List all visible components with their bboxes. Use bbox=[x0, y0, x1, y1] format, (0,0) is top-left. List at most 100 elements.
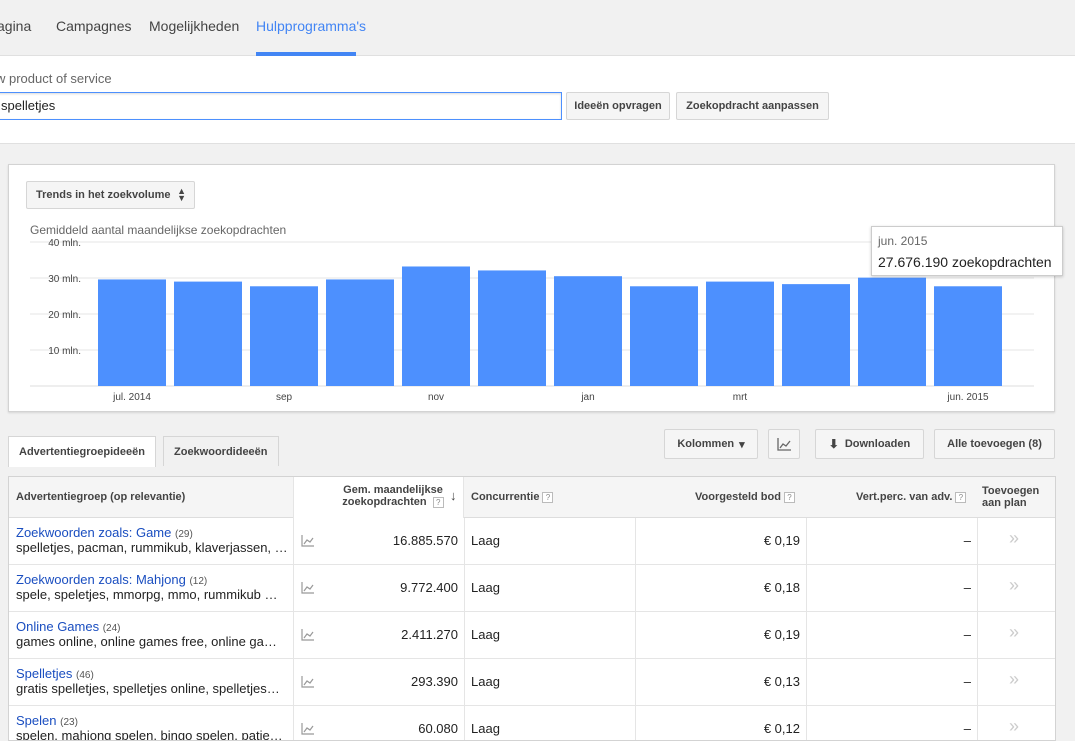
header-avg-searches[interactable]: Gem. maandelijkse zoekopdrachten ? bbox=[340, 484, 446, 508]
tab-home[interactable]: agina bbox=[0, 18, 31, 34]
top-navigation: agina Campagnes Mogelijkheden Hulpprogra… bbox=[0, 0, 1075, 56]
table-header: Advertentiegroep (op relevantie) Gem. ma… bbox=[9, 477, 1055, 518]
keyword-count: (29) bbox=[174, 529, 193, 540]
volume-bar[interactable] bbox=[402, 266, 470, 386]
column-divider bbox=[635, 659, 636, 706]
volume-bar[interactable] bbox=[934, 286, 1002, 386]
adgroup-link[interactable]: Spelletjes (46) bbox=[16, 666, 94, 681]
volume-bar[interactable] bbox=[98, 279, 166, 386]
download-button[interactable]: ⬇ Downloaden bbox=[815, 429, 924, 459]
add-to-plan-icon[interactable]: » bbox=[1009, 716, 1019, 737]
help-icon[interactable]: ? bbox=[955, 491, 967, 503]
adgroup-ideas-table: Advertentiegroep (op relevantie) Gem. ma… bbox=[8, 476, 1056, 741]
adgroup-keywords: games online, online games free, online … bbox=[16, 634, 277, 649]
column-divider bbox=[977, 518, 978, 565]
modify-search-button[interactable]: Zoekopdracht aanpassen bbox=[676, 92, 829, 120]
suggested-bid-value: € 0,12 bbox=[763, 721, 800, 736]
y-tick-label: 40 mln. bbox=[48, 238, 81, 249]
trend-chart-icon[interactable] bbox=[301, 723, 315, 735]
help-icon[interactable]: ? bbox=[783, 491, 795, 503]
tooltip-date: jun. 2015 bbox=[878, 234, 928, 248]
trend-chart-icon[interactable] bbox=[301, 582, 315, 594]
column-divider bbox=[635, 565, 636, 612]
ad-share-value: – bbox=[963, 627, 971, 642]
adgroup-link[interactable]: Zoekwoorden zoals: Mahjong (12) bbox=[16, 572, 207, 587]
add-to-plan-icon[interactable]: » bbox=[1009, 669, 1019, 690]
adgroup-keywords: spelen, mahjong spelen, bingo spelen, pa… bbox=[16, 728, 283, 741]
volume-bar[interactable] bbox=[782, 284, 850, 386]
x-tick-label: jul. 2014 bbox=[112, 392, 151, 403]
avg-searches-value: 60.080 bbox=[418, 721, 458, 736]
volume-bar[interactable] bbox=[706, 281, 774, 386]
column-divider bbox=[464, 518, 465, 565]
add-to-plan-icon[interactable]: » bbox=[1009, 575, 1019, 596]
add-to-plan-icon[interactable]: » bbox=[1009, 622, 1019, 643]
x-tick-label: jun. 2015 bbox=[946, 392, 989, 403]
keyword-count: (46) bbox=[76, 670, 94, 681]
volume-bar[interactable] bbox=[250, 286, 318, 386]
volume-bar[interactable] bbox=[554, 276, 622, 386]
trend-chart-icon[interactable] bbox=[301, 535, 315, 547]
chart-tooltip: jun. 2015 27.676.190 zoekopdrachten bbox=[871, 226, 1063, 276]
table-row[interactable]: Zoekwoorden zoals: Mahjong (12) spele, sp… bbox=[9, 565, 1055, 612]
column-divider bbox=[464, 612, 465, 659]
volume-bar-chart: 10 mln. 20 mln. 30 mln. 40 mln. jul. 2014 se… bbox=[30, 238, 1034, 403]
trend-chart-card: Trends in het zoekvolume ▲ ▼ Gemiddeld aa… bbox=[8, 164, 1055, 412]
suggested-bid-value: € 0,19 bbox=[763, 627, 800, 642]
volume-bar[interactable] bbox=[630, 286, 698, 386]
suggested-bid-value: € 0,18 bbox=[763, 580, 800, 595]
header-adgroup[interactable]: Advertentiegroep (op relevantie) bbox=[16, 491, 185, 503]
add-all-button[interactable]: Alle toevoegen (8) bbox=[934, 429, 1055, 459]
help-icon[interactable]: ? bbox=[432, 496, 444, 508]
product-field-label: w product of service bbox=[0, 71, 112, 86]
column-divider bbox=[293, 565, 294, 612]
adgroup-name: Spelen bbox=[16, 713, 57, 728]
volume-bar[interactable] bbox=[174, 281, 242, 386]
y-tick-label: 10 mln. bbox=[48, 346, 81, 357]
adgroup-name-cell: Spelen (23) spelen, mahjong spelen, bingo… bbox=[16, 713, 288, 741]
header-competition-label: Concurrentie bbox=[471, 491, 540, 503]
tab-adgroup-ideas[interactable]: Advertentiegroepideeën bbox=[8, 436, 156, 467]
help-icon[interactable]: ? bbox=[542, 491, 554, 503]
y-tick-label: 30 mln. bbox=[48, 274, 81, 285]
x-tick-label: nov bbox=[428, 392, 444, 403]
tab-keyword-ideas[interactable]: Zoekwoordideeën bbox=[163, 436, 279, 466]
table-row[interactable]: Zoekwoorden zoals: Game (29) spelletjes, … bbox=[9, 518, 1055, 565]
download-icon: ⬇ bbox=[828, 437, 839, 451]
table-row[interactable]: Spelletjes (46) gratis spelletjes, spelle… bbox=[9, 659, 1055, 706]
table-row[interactable]: Spelen (23) spelen, mahjong spelen, bingo… bbox=[9, 706, 1055, 741]
get-ideas-button[interactable]: Ideeën opvragen bbox=[566, 92, 670, 120]
trend-chart-icon[interactable] bbox=[301, 629, 315, 641]
volume-bar[interactable] bbox=[326, 279, 394, 386]
volume-bar[interactable] bbox=[478, 270, 546, 386]
adgroup-name: Spelletjes bbox=[16, 666, 73, 681]
trend-chart-icon[interactable] bbox=[301, 676, 315, 688]
column-divider bbox=[464, 706, 465, 740]
column-divider bbox=[977, 565, 978, 612]
suggested-bid-value: € 0,13 bbox=[763, 674, 800, 689]
header-suggested-bid[interactable]: Voorgesteld bod? bbox=[695, 491, 795, 503]
adgroup-link[interactable]: Spelen (23) bbox=[16, 713, 78, 728]
table-row[interactable]: Online Games (24) games online, online ga… bbox=[9, 612, 1055, 659]
column-divider bbox=[806, 659, 807, 706]
competition-value: Laag bbox=[471, 721, 500, 736]
product-search-input[interactable]: spelletjes bbox=[0, 92, 562, 120]
chart-toggle-button[interactable] bbox=[768, 429, 800, 459]
tab-campaigns[interactable]: Campagnes bbox=[56, 18, 132, 34]
header-suggested-bid-label: Voorgesteld bod bbox=[695, 491, 781, 503]
header-ad-share[interactable]: Vert.perc. van adv.? bbox=[856, 491, 967, 503]
column-divider bbox=[293, 706, 294, 740]
columns-button[interactable]: Kolommen ▾ bbox=[664, 429, 758, 459]
tab-opportunities[interactable]: Mogelijkheden bbox=[149, 18, 239, 34]
adgroup-link[interactable]: Online Games (24) bbox=[16, 619, 121, 634]
avg-searches-value: 2.411.270 bbox=[401, 627, 458, 642]
keyword-count: (24) bbox=[102, 623, 121, 634]
adgroup-link[interactable]: Zoekwoorden zoals: Game (29) bbox=[16, 525, 193, 540]
volume-bar[interactable] bbox=[858, 277, 926, 386]
avg-searches-value: 293.390 bbox=[411, 674, 458, 689]
column-divider bbox=[806, 612, 807, 659]
add-to-plan-icon[interactable]: » bbox=[1009, 528, 1019, 549]
header-competition[interactable]: Concurrentie? bbox=[471, 491, 554, 503]
tab-tools[interactable]: Hulpprogramma's bbox=[256, 18, 366, 34]
keyword-count: (12) bbox=[189, 576, 208, 587]
